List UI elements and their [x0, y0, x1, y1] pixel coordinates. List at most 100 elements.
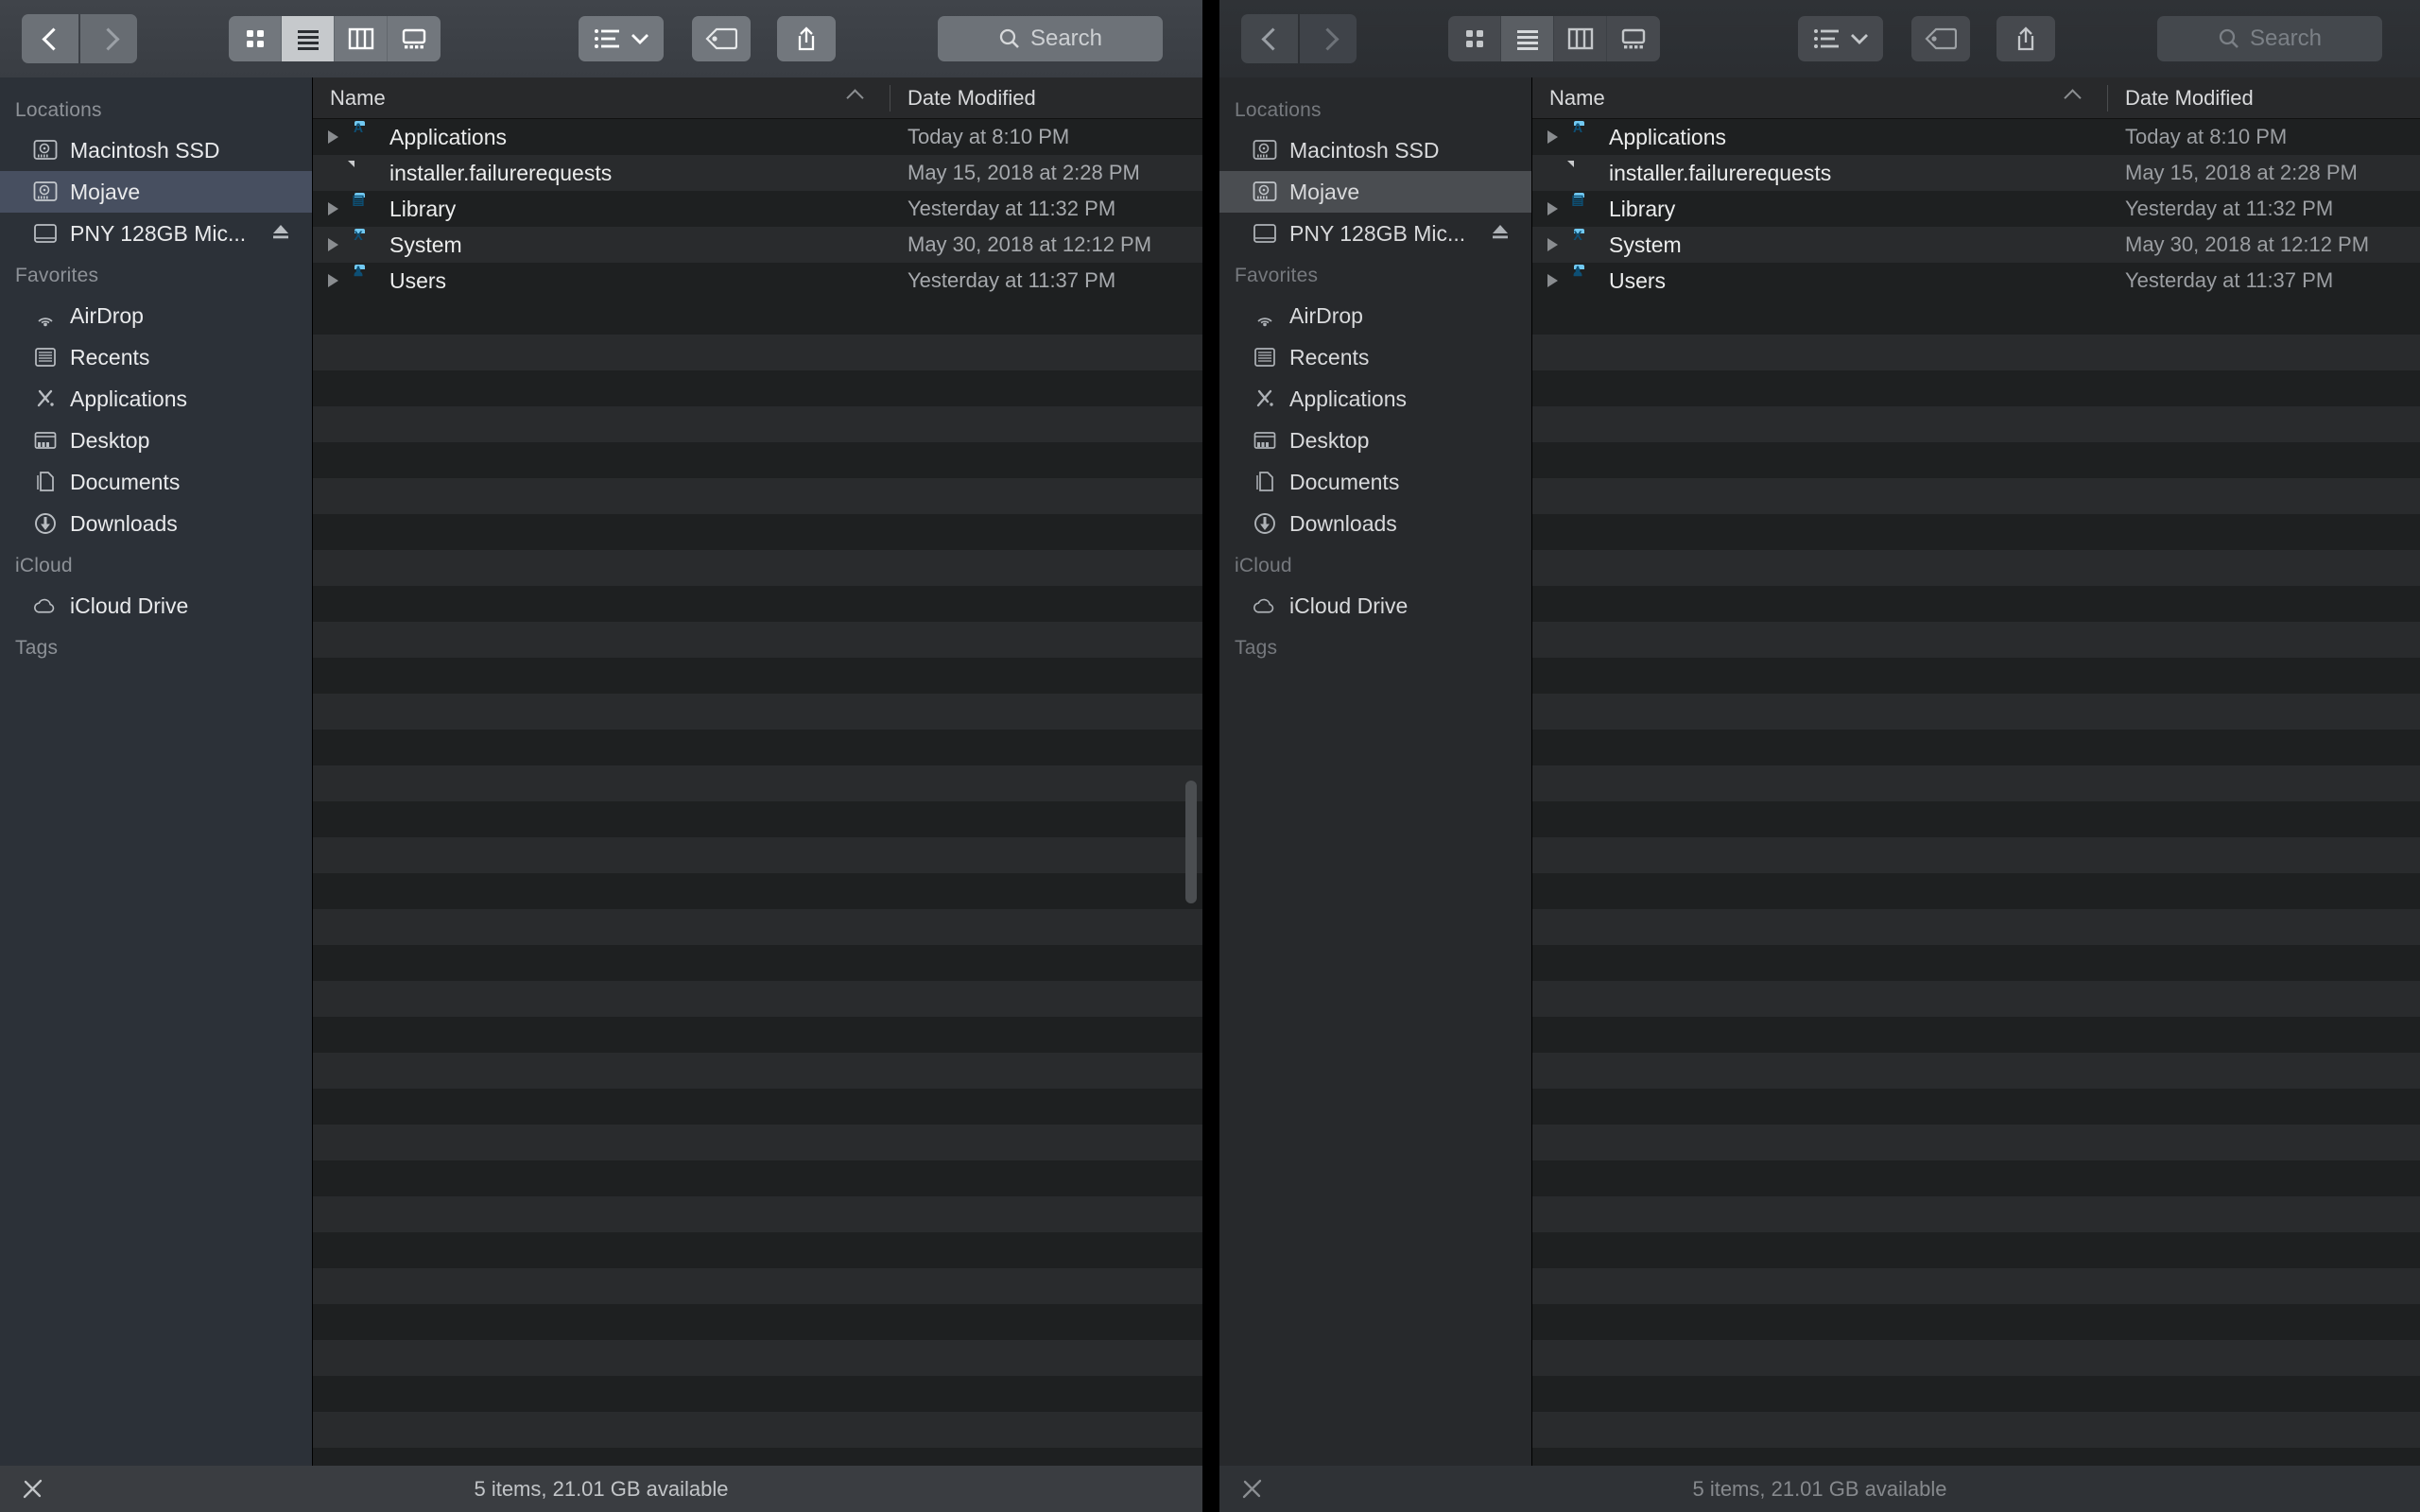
row-name-label: installer.failurerequests	[1609, 160, 1832, 185]
table-row[interactable]: installer.failurerequests May 15, 2018 a…	[313, 155, 1202, 191]
sidebar-item-desktop[interactable]: Desktop	[0, 420, 312, 461]
row-name-label: Library	[389, 196, 457, 221]
disclosure-triangle-icon[interactable]	[328, 130, 344, 144]
gallery-view-button[interactable]	[388, 16, 441, 61]
search-input[interactable]: Search	[938, 16, 1163, 61]
disclosure-triangle-icon[interactable]	[1547, 274, 1564, 287]
empty-row	[313, 442, 1202, 478]
table-row[interactable]: X System May 30, 2018 at 12:12 PM	[1532, 227, 2420, 263]
disclosure-triangle-icon[interactable]	[328, 274, 344, 287]
empty-row	[313, 837, 1202, 873]
markup-pen-slash-icon[interactable]	[21, 1477, 45, 1506]
sidebar-item-applications[interactable]: Applications	[1219, 378, 1531, 420]
sidebar-item-macintosh-ssd[interactable]: Macintosh SSD	[0, 129, 312, 171]
column-view-button[interactable]	[1554, 16, 1607, 61]
folder-applications-icon: A	[353, 120, 364, 135]
sidebar-section-favorites: Favorites	[1235, 265, 1319, 286]
arrange-button[interactable]	[1798, 16, 1883, 61]
sidebar-item-documents[interactable]: Documents	[0, 461, 312, 503]
empty-row	[1532, 1089, 2420, 1125]
sidebar-item-pny-drive[interactable]: PNY 128GB Mic...	[1219, 213, 1531, 254]
tags-button[interactable]	[1911, 16, 1970, 61]
sidebar-item-recents[interactable]: Recents	[1219, 336, 1531, 378]
column-header-date-modified[interactable]: Date Modified	[2108, 86, 2420, 111]
back-button[interactable]	[1241, 14, 1298, 63]
sidebar-item-applications[interactable]: Applications	[0, 378, 312, 420]
list-view-button[interactable]	[282, 16, 335, 61]
empty-row	[313, 801, 1202, 837]
forward-button[interactable]	[80, 14, 137, 63]
arrange-button[interactable]	[579, 16, 664, 61]
sidebar-item-airdrop[interactable]: AirDrop	[1219, 295, 1531, 336]
empty-row	[1532, 694, 2420, 730]
sidebar-item-label: iCloud Drive	[70, 593, 189, 618]
empty-row	[313, 1160, 1202, 1196]
sidebar-item-airdrop[interactable]: AirDrop	[0, 295, 312, 336]
external-drive-icon	[1252, 221, 1277, 247]
tags-button[interactable]	[692, 16, 751, 61]
share-button[interactable]	[777, 16, 836, 61]
row-date-label: May 15, 2018 at 2:28 PM	[2125, 161, 2358, 184]
sidebar-item-mojave[interactable]: Mojave	[0, 171, 312, 213]
sidebar-item-icloud-drive[interactable]: iCloud Drive	[1219, 585, 1531, 627]
search-input[interactable]: Search	[2157, 16, 2382, 61]
table-row[interactable]: ▤ Library Yesterday at 11:32 PM	[1532, 191, 2420, 227]
icon-view-button[interactable]	[229, 16, 282, 61]
column-header-name[interactable]: Name	[313, 84, 890, 112]
column-header-name[interactable]: Name	[1532, 84, 2108, 112]
disclosure-triangle-icon[interactable]	[1547, 238, 1564, 251]
list-view-button[interactable]	[1501, 16, 1554, 61]
empty-row	[313, 406, 1202, 442]
chevron-left-icon	[1259, 28, 1280, 49]
table-row[interactable]: ▤ Library Yesterday at 11:32 PM	[313, 191, 1202, 227]
sidebar-item-documents[interactable]: Documents	[1219, 461, 1531, 503]
cloud-icon	[32, 593, 58, 619]
column-header-date-modified[interactable]: Date Modified	[890, 86, 1202, 111]
forward-button[interactable]	[1300, 14, 1357, 63]
sidebar-item-icloud-drive[interactable]: iCloud Drive	[0, 585, 312, 627]
column-view-button[interactable]	[335, 16, 388, 61]
hard-drive-icon	[1252, 138, 1277, 163]
sidebar-item-desktop[interactable]: Desktop	[1219, 420, 1531, 461]
eject-icon[interactable]	[270, 222, 291, 246]
sidebar-item-recents[interactable]: Recents	[0, 336, 312, 378]
markup-pen-slash-icon[interactable]	[1240, 1477, 1265, 1506]
share-button[interactable]	[1996, 16, 2055, 61]
empty-row	[1532, 622, 2420, 658]
sidebar-item-pny-drive[interactable]: PNY 128GB Mic...	[0, 213, 312, 254]
window-gap	[1202, 0, 1219, 1512]
empty-row	[1532, 1376, 2420, 1412]
vertical-scrollbar[interactable]	[1185, 781, 1197, 903]
icon-view-button[interactable]	[1448, 16, 1501, 61]
sidebar-item-macintosh-ssd[interactable]: Macintosh SSD	[1219, 129, 1531, 171]
eject-icon[interactable]	[1490, 222, 1511, 246]
table-row[interactable]: A Applications Today at 8:10 PM	[1532, 119, 2420, 155]
disclosure-triangle-icon[interactable]	[328, 238, 344, 251]
empty-row	[313, 550, 1202, 586]
table-row[interactable]: installer.failurerequests May 15, 2018 a…	[1532, 155, 2420, 191]
table-row[interactable]: ♟ Users Yesterday at 11:37 PM	[1532, 263, 2420, 299]
arrange-list-icon	[1813, 29, 1839, 48]
back-button[interactable]	[22, 14, 78, 63]
sidebar-item-label: Downloads	[70, 510, 178, 536]
table-row[interactable]: ♟ Users Yesterday at 11:37 PM	[313, 263, 1202, 299]
sidebar-item-mojave[interactable]: Mojave	[1219, 171, 1531, 213]
disclosure-triangle-icon[interactable]	[1547, 130, 1564, 144]
empty-row	[313, 945, 1202, 981]
gallery-view-button[interactable]	[1607, 16, 1660, 61]
sidebar-item-downloads[interactable]: Downloads	[0, 503, 312, 544]
chevron-left-icon	[40, 28, 60, 49]
view-mode-segmented-control[interactable]	[229, 16, 441, 61]
file-list-pane: Name Date Modified A Applications Today …	[1532, 77, 2420, 1512]
row-date-label: May 30, 2018 at 12:12 PM	[2125, 232, 2370, 256]
table-row[interactable]: A Applications Today at 8:10 PM	[313, 119, 1202, 155]
disclosure-triangle-icon[interactable]	[328, 202, 344, 215]
chevron-right-icon	[98, 28, 119, 49]
table-row[interactable]: X System May 30, 2018 at 12:12 PM	[313, 227, 1202, 263]
view-mode-segmented-control[interactable]	[1448, 16, 1660, 61]
sidebar-item-downloads[interactable]: Downloads	[1219, 503, 1531, 544]
disclosure-triangle-icon[interactable]	[1547, 202, 1564, 215]
empty-rows-active	[313, 299, 1202, 1470]
row-date-label: Today at 8:10 PM	[2125, 125, 2288, 148]
row-name-cell: X System	[1532, 228, 2108, 258]
